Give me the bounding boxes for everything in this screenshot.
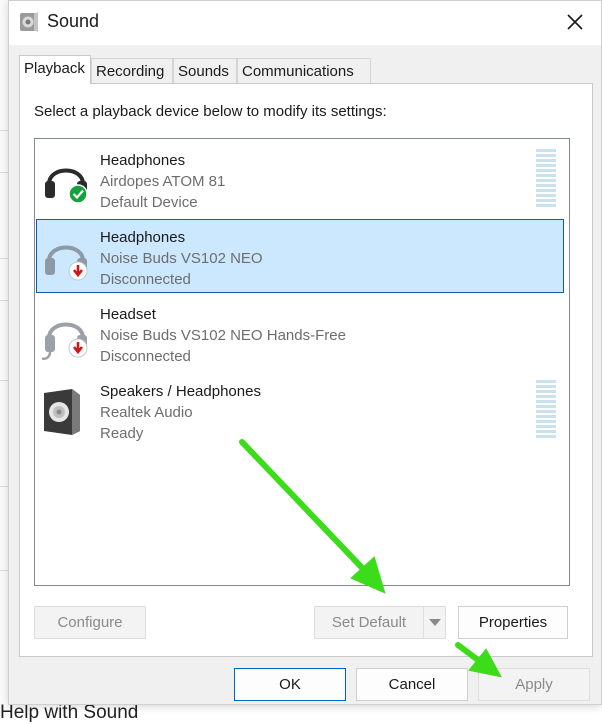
disconnected-arrow-badge: [68, 261, 88, 281]
button-label: Set Default: [331, 614, 407, 631]
tab-communications[interactable]: Communications: [237, 58, 371, 83]
speaker-app-icon: [20, 12, 38, 32]
device-name: Headphones: [100, 229, 186, 246]
sound-dialog: Sound Playback Recording Sounds Communic…: [8, 0, 602, 705]
device-status: Ready: [100, 425, 144, 442]
tab-recording[interactable]: Recording: [91, 58, 173, 83]
headset-icon: [42, 322, 88, 360]
device-description: Realtek Audio: [100, 404, 193, 421]
properties-button[interactable]: Properties: [458, 606, 568, 639]
device-status: Default Device: [100, 194, 198, 211]
device-description: Noise Buds VS102 NEO Hands-Free: [100, 327, 346, 344]
tab-label: Recording: [96, 63, 165, 80]
device-list[interactable]: Headphones Airdopes ATOM 81 Default Devi…: [34, 138, 570, 586]
background-divider: [0, 172, 8, 173]
device-status: Disconnected: [100, 348, 191, 365]
speaker-icon: [44, 389, 80, 435]
close-icon: [567, 14, 583, 30]
device-item-headphones-noise-buds[interactable]: Headphones Noise Buds VS102 NEO Disconne…: [36, 219, 564, 293]
close-button[interactable]: [553, 3, 597, 41]
chevron-down-icon: [428, 618, 441, 626]
cancel-button[interactable]: Cancel: [356, 668, 468, 701]
headphones-icon: [45, 168, 88, 204]
ok-button[interactable]: OK: [234, 668, 346, 701]
default-check-badge: [68, 184, 88, 204]
background-divider: [0, 258, 8, 259]
apply-button[interactable]: Apply: [478, 668, 590, 701]
background-divider: [0, 570, 8, 571]
device-name: Headset: [100, 306, 156, 323]
device-name: Headphones: [100, 152, 186, 169]
background-window: [0, 0, 8, 717]
title-bar: Sound: [9, 1, 601, 45]
tab-label: Playback: [24, 60, 85, 77]
device-item-headphones-airdopes[interactable]: Headphones Airdopes ATOM 81 Default Devi…: [36, 142, 564, 216]
button-label: Cancel: [388, 676, 436, 693]
background-divider: [0, 380, 8, 381]
tab-label: Communications: [242, 63, 354, 80]
background-help-text: Help with Sound: [0, 702, 139, 723]
set-default-dropdown[interactable]: [424, 606, 446, 639]
tab-label: Sounds: [178, 63, 229, 80]
tab-sounds[interactable]: Sounds: [173, 58, 237, 83]
level-meter: [536, 380, 556, 440]
device-name: Speakers / Headphones: [100, 383, 261, 400]
device-status: Disconnected: [100, 271, 191, 288]
background-divider: [0, 486, 8, 487]
device-item-headset[interactable]: Headset Noise Buds VS102 NEO Hands-Free …: [36, 296, 564, 370]
instruction-text: Select a playback device below to modify…: [34, 103, 387, 120]
set-default-button[interactable]: Set Default: [314, 606, 424, 639]
device-description: Noise Buds VS102 NEO: [100, 250, 263, 267]
level-meter: [536, 149, 556, 209]
button-label: OK: [279, 676, 301, 693]
button-label: Apply: [515, 676, 553, 693]
background-divider: [0, 300, 8, 301]
button-label: Configure: [57, 614, 123, 631]
window-title: Sound: [47, 11, 100, 31]
device-description: Airdopes ATOM 81: [100, 173, 226, 190]
playback-panel: Select a playback device below to modify…: [19, 83, 593, 657]
background-divider: [0, 130, 8, 131]
device-item-speakers[interactable]: Speakers / Headphones Realtek Audio Read…: [36, 373, 564, 447]
headphones-icon: [45, 245, 88, 281]
button-label: Properties: [478, 614, 548, 631]
configure-button[interactable]: Configure: [34, 606, 146, 639]
disconnected-arrow-badge: [68, 338, 88, 358]
tab-playback[interactable]: Playback: [19, 55, 91, 84]
